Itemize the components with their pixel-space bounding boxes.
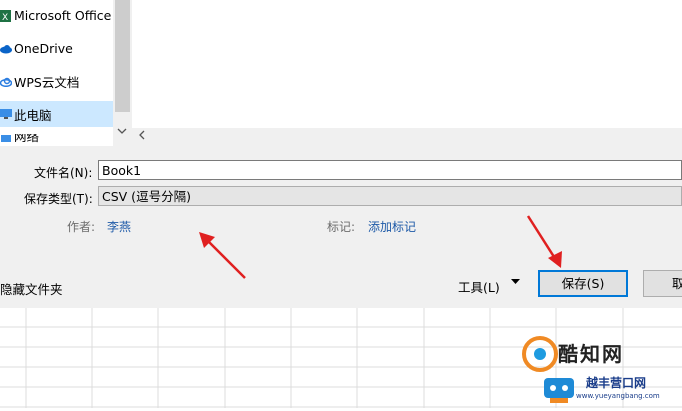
file-list-horizontal-scrollbar[interactable] [132, 128, 682, 146]
author-label: 作者: [67, 220, 96, 234]
excel-icon: X [0, 9, 11, 23]
nav-item-microsoft-office[interactable]: X Microsoft Office [0, 2, 113, 28]
svg-text:X: X [2, 13, 8, 22]
annotation-arrow-save [526, 215, 562, 268]
save-button[interactable]: 保存(S) [538, 270, 628, 297]
nav-item-wps-cloud[interactable]: WPS云文档 [0, 68, 113, 94]
nav-item-this-pc[interactable]: 此电脑 [0, 101, 113, 127]
file-list-area[interactable] [132, 0, 682, 128]
nav-item-label: 此电脑 [14, 107, 52, 123]
network-icon [0, 134, 11, 145]
tools-menu-button[interactable]: 工具(L) [458, 277, 500, 296]
nav-item-onedrive[interactable]: OneDrive [0, 35, 113, 61]
watermark-brand: 越丰营口网 [586, 376, 647, 390]
nav-item-label: OneDrive [14, 40, 73, 56]
watermark-logo-icon [522, 336, 558, 372]
robot-logo-icon [544, 378, 574, 403]
tags-label: 标记: [327, 220, 356, 234]
wps-cloud-icon [0, 76, 13, 87]
annotation-arrow-author [199, 232, 246, 279]
nav-item-label: WPS云文档 [14, 74, 80, 90]
author-value[interactable]: 李燕 [107, 218, 131, 235]
cancel-button[interactable]: 取 [643, 270, 682, 297]
computer-icon [0, 108, 12, 120]
watermark-text: 酷知网 [558, 342, 624, 366]
caret-down-icon[interactable] [511, 277, 520, 288]
file-type-select[interactable]: CSV (逗号分隔) [98, 186, 682, 206]
watermark-url: www.yueyangbang.com [576, 392, 660, 400]
nav-item-label: Microsoft Office [14, 7, 112, 23]
add-tags-link[interactable]: 添加标记 [368, 218, 416, 235]
filename-label: 文件名(N): [34, 166, 93, 180]
nav-vertical-scrollbar[interactable] [113, 0, 132, 146]
watermark: 酷知网 越丰营口网 www.yueyangbang.com [520, 330, 682, 408]
nav-item-network[interactable]: 网络 [0, 134, 113, 146]
filename-input[interactable]: Book1 [98, 160, 682, 180]
chevron-left-icon[interactable] [138, 129, 145, 143]
onedrive-cloud-icon [0, 43, 12, 54]
file-type-label: 保存类型(T): [24, 192, 93, 206]
chevron-down-icon[interactable] [117, 127, 127, 138]
hide-folders-toggle[interactable]: 隐藏文件夹 [0, 279, 63, 298]
scrollbar-thumb[interactable] [115, 0, 130, 112]
save-form-panel: 文件名(N): Book1 保存类型(T): CSV (逗号分隔) 作者: 李燕… [0, 146, 682, 308]
nav-item-label: 网络 [14, 134, 40, 144]
